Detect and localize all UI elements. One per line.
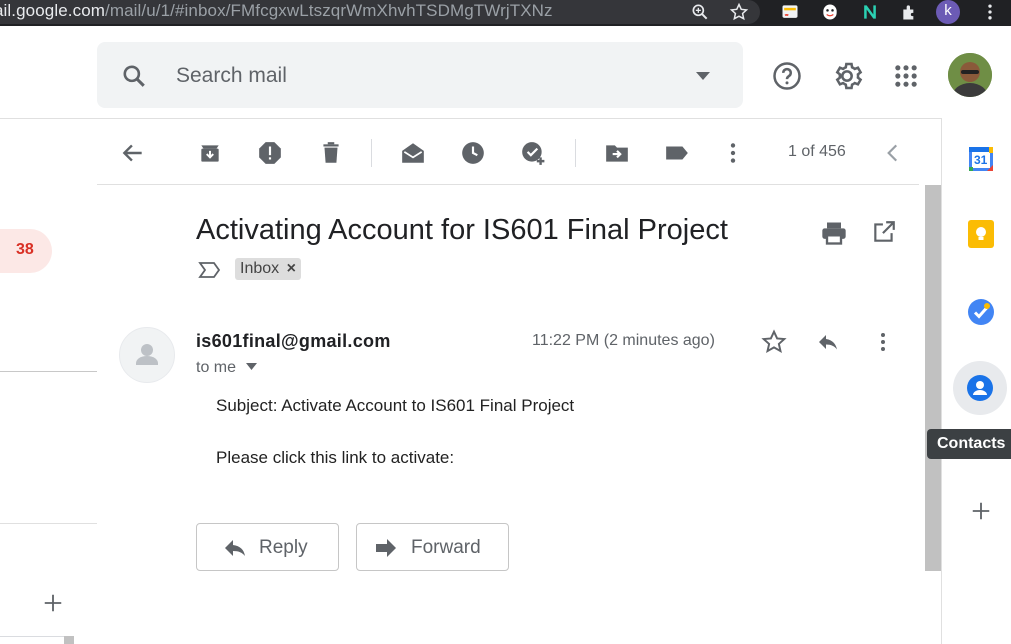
contacts-tooltip: Contacts bbox=[927, 429, 1011, 459]
forward-button-label: Forward bbox=[411, 537, 481, 558]
back-arrow-icon[interactable] bbox=[120, 140, 146, 166]
label-tag-icon[interactable] bbox=[664, 140, 690, 166]
recipient-text: to me bbox=[196, 359, 237, 376]
star-icon[interactable] bbox=[761, 329, 787, 355]
recipient-details-dropdown-icon[interactable] bbox=[246, 363, 258, 370]
calendar-app-icon[interactable]: 31 bbox=[967, 145, 995, 173]
delete-trash-icon[interactable] bbox=[318, 140, 344, 166]
nav-inbox-item[interactable]: 38 bbox=[0, 229, 52, 273]
contacts-icon bbox=[967, 375, 993, 401]
remove-label-button[interactable]: × bbox=[287, 260, 296, 277]
browser-chrome: ail.google.com/mail/u/1/#inbox/FMfcgxwLt… bbox=[0, 0, 1011, 26]
search-options-dropdown-icon[interactable] bbox=[695, 71, 711, 81]
message-timestamp: 11:22 PM (2 minutes ago) bbox=[532, 332, 715, 349]
search-icon[interactable] bbox=[121, 63, 147, 89]
message-scrollbar[interactable] bbox=[925, 185, 941, 571]
toolbar-divider bbox=[97, 184, 919, 185]
forward-button[interactable]: Forward bbox=[356, 523, 509, 571]
move-to-folder-icon[interactable] bbox=[604, 140, 630, 166]
toolbar-separator bbox=[575, 139, 576, 167]
message-body-line: Subject: Activate Account to IS601 Final… bbox=[216, 396, 575, 415]
reply-button[interactable]: Reply bbox=[196, 523, 339, 571]
help-icon[interactable] bbox=[772, 61, 802, 91]
default-person-icon bbox=[136, 344, 158, 365]
reply-arrow-icon bbox=[225, 540, 245, 556]
extensions-puzzle-icon[interactable] bbox=[900, 2, 920, 22]
importance-marker-icon[interactable] bbox=[198, 260, 222, 280]
bookmark-star-icon[interactable] bbox=[729, 2, 749, 22]
snooze-clock-icon[interactable] bbox=[460, 140, 486, 166]
google-apps-grid-icon[interactable] bbox=[892, 62, 920, 90]
sender-avatar[interactable] bbox=[119, 327, 175, 383]
get-addons-plus-icon[interactable] bbox=[970, 500, 992, 522]
mark-unread-icon[interactable] bbox=[400, 140, 426, 166]
inbox-unread-count: 38 bbox=[16, 241, 34, 258]
zoom-icon[interactable] bbox=[690, 2, 710, 22]
more-options-icon[interactable] bbox=[720, 140, 746, 166]
print-icon[interactable] bbox=[820, 219, 848, 247]
newer-chevron-left-icon[interactable] bbox=[880, 140, 906, 166]
url-path: /mail/u/1/#inbox/FMfcgxwLtszqrWmXhvhTSDM… bbox=[105, 1, 553, 20]
message-body-line: Please click this link to activate: bbox=[216, 448, 455, 467]
pagination-text: 1 of 456 bbox=[788, 143, 846, 160]
label-chip-text: Inbox bbox=[240, 260, 280, 277]
archive-icon[interactable] bbox=[197, 140, 223, 166]
calendar-day-number: 31 bbox=[974, 153, 988, 167]
reply-icon[interactable] bbox=[815, 330, 841, 354]
header-divider bbox=[0, 118, 1011, 119]
search-bar[interactable]: Search mail bbox=[97, 42, 743, 108]
nav-divider bbox=[0, 371, 97, 372]
settings-gear-icon[interactable] bbox=[831, 60, 863, 92]
sender-email[interactable]: is601final@gmail.com bbox=[196, 331, 391, 352]
recipient-details[interactable]: to me bbox=[196, 359, 258, 377]
browser-profile-avatar[interactable]: k bbox=[936, 0, 960, 24]
search-input[interactable]: Search mail bbox=[176, 64, 287, 88]
keep-app-icon[interactable] bbox=[966, 219, 996, 249]
message-subject: Activating Account for IS601 Final Proje… bbox=[196, 214, 728, 246]
nav-bottom-divider bbox=[0, 636, 70, 637]
url-domain: ail.google.com bbox=[0, 1, 106, 20]
add-label-plus-icon[interactable] bbox=[42, 592, 64, 614]
account-photo-icon bbox=[948, 53, 992, 97]
extension-cast-icon[interactable] bbox=[780, 2, 800, 22]
message-more-options-icon[interactable] bbox=[871, 330, 895, 354]
extension-ghost-icon[interactable] bbox=[820, 2, 840, 22]
address-bar[interactable]: ail.google.com/mail/u/1/#inbox/FMfcgxwLt… bbox=[0, 0, 760, 24]
add-to-tasks-icon[interactable] bbox=[520, 140, 546, 166]
url-text[interactable]: ail.google.com/mail/u/1/#inbox/FMfcgxwLt… bbox=[0, 1, 553, 21]
label-chip-inbox: Inbox × bbox=[235, 258, 301, 280]
reply-button-label: Reply bbox=[259, 537, 308, 558]
browser-menu-icon[interactable] bbox=[980, 2, 1000, 22]
report-spam-icon[interactable] bbox=[257, 140, 283, 166]
open-in-new-window-icon[interactable] bbox=[871, 219, 897, 245]
forward-arrow-icon bbox=[376, 539, 396, 557]
nav-divider-2 bbox=[0, 523, 97, 524]
nav-scrollbar[interactable] bbox=[64, 636, 74, 644]
toolbar-separator bbox=[371, 139, 372, 167]
extension-n-icon[interactable] bbox=[860, 2, 880, 22]
tasks-app-icon[interactable] bbox=[966, 297, 996, 327]
account-avatar[interactable] bbox=[948, 53, 992, 97]
